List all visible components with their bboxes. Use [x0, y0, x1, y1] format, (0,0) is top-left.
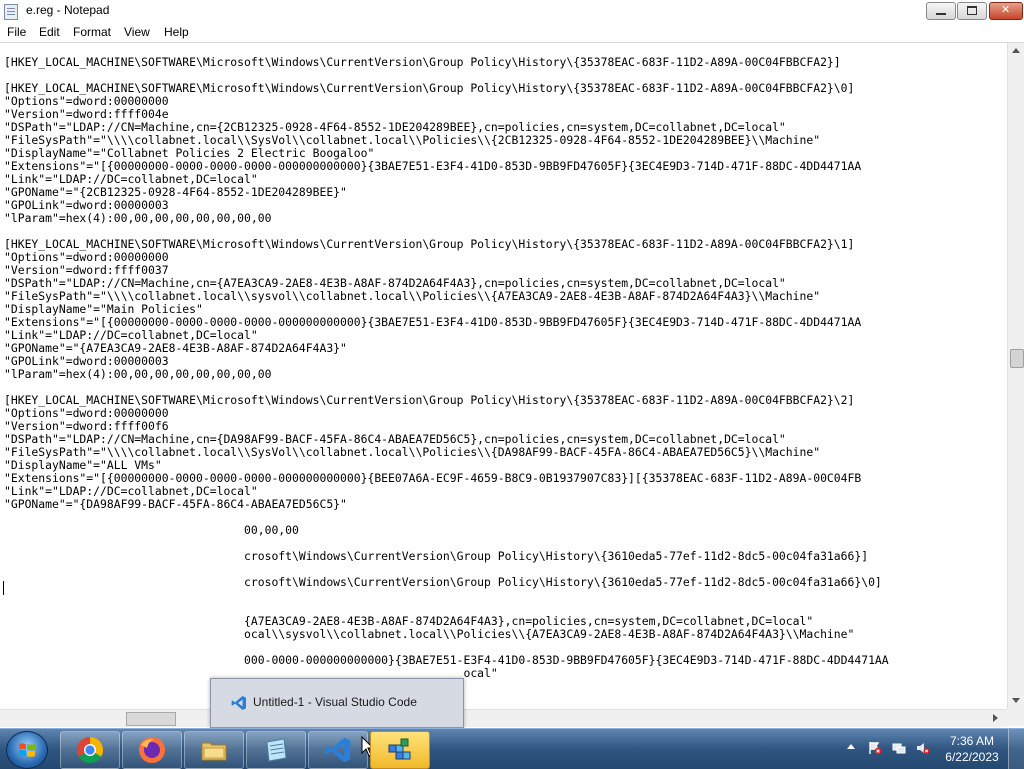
- network-icon[interactable]: [892, 741, 906, 755]
- minimize-button[interactable]: [926, 2, 956, 20]
- taskbar-chrome[interactable]: [60, 731, 120, 769]
- taskbar-vscode[interactable]: [308, 731, 375, 769]
- menu-format[interactable]: Format: [73, 25, 111, 39]
- taskbar-explorer[interactable]: [184, 731, 244, 769]
- taskbar-regedit[interactable]: [370, 731, 430, 769]
- clock-date: 6/22/2023: [945, 750, 999, 764]
- scroll-up-icon[interactable]: [1012, 48, 1020, 53]
- title-bar: e.reg - Notepad: [0, 0, 1024, 23]
- taskbar-notepad[interactable]: [246, 731, 306, 769]
- regedit-icon: [388, 738, 411, 760]
- horizontal-scrollbar[interactable]: [0, 709, 1007, 727]
- system-tray: 7:36 AM 6/22/2023: [840, 729, 1024, 769]
- vscode-window-preview[interactable]: Untitled-1 - Visual Studio Code: [210, 678, 464, 728]
- editor-content[interactable]: [HKEY_LOCAL_MACHINE\SOFTWARE\Microsoft\W…: [4, 56, 889, 680]
- vscode-window-title: Untitled-1 - Visual Studio Code: [253, 695, 417, 709]
- taskbar-firefox[interactable]: [122, 731, 182, 769]
- maximize-button[interactable]: [957, 2, 987, 20]
- vscode-taskbar-icon: [325, 737, 351, 763]
- clock[interactable]: 7:36 AM 6/22/2023: [942, 733, 1002, 765]
- size-grip[interactable]: [1007, 709, 1024, 726]
- show-desktop-button[interactable]: [1008, 729, 1024, 769]
- menu-bar: File Edit Format View Help: [0, 22, 1024, 43]
- window-title: e.reg - Notepad: [26, 3, 110, 17]
- vertical-scrollbar[interactable]: [1007, 43, 1024, 709]
- folder-icon: [201, 742, 227, 761]
- menu-help[interactable]: Help: [164, 25, 189, 39]
- show-hidden-icons-icon[interactable]: [847, 744, 855, 749]
- scroll-down-icon[interactable]: [1012, 698, 1020, 703]
- menu-edit[interactable]: Edit: [39, 25, 60, 39]
- chrome-icon: [76, 736, 104, 764]
- windows-flag-icon: [19, 743, 35, 757]
- vscode-icon: [231, 696, 246, 710]
- text-editor[interactable]: [HKEY_LOCAL_MACHINE\SOFTWARE\Microsoft\W…: [0, 43, 1007, 709]
- clock-time: 7:36 AM: [949, 734, 995, 748]
- volume-muted-icon[interactable]: [916, 741, 930, 755]
- vertical-scroll-thumb[interactable]: [1010, 349, 1024, 368]
- notepad-icon: [4, 4, 18, 20]
- menu-file[interactable]: File: [7, 25, 26, 39]
- start-button[interactable]: [6, 731, 48, 769]
- close-button[interactable]: [989, 2, 1023, 20]
- menu-view[interactable]: View: [124, 25, 150, 39]
- notepad-app-icon: [266, 738, 287, 762]
- firefox-icon: [139, 737, 165, 763]
- horizontal-scroll-thumb[interactable]: [126, 712, 176, 726]
- action-center-flag-icon[interactable]: [868, 741, 882, 755]
- text-caret: [3, 581, 4, 595]
- taskbar: 7:36 AM 6/22/2023: [0, 728, 1024, 769]
- scroll-right-icon[interactable]: [993, 714, 998, 722]
